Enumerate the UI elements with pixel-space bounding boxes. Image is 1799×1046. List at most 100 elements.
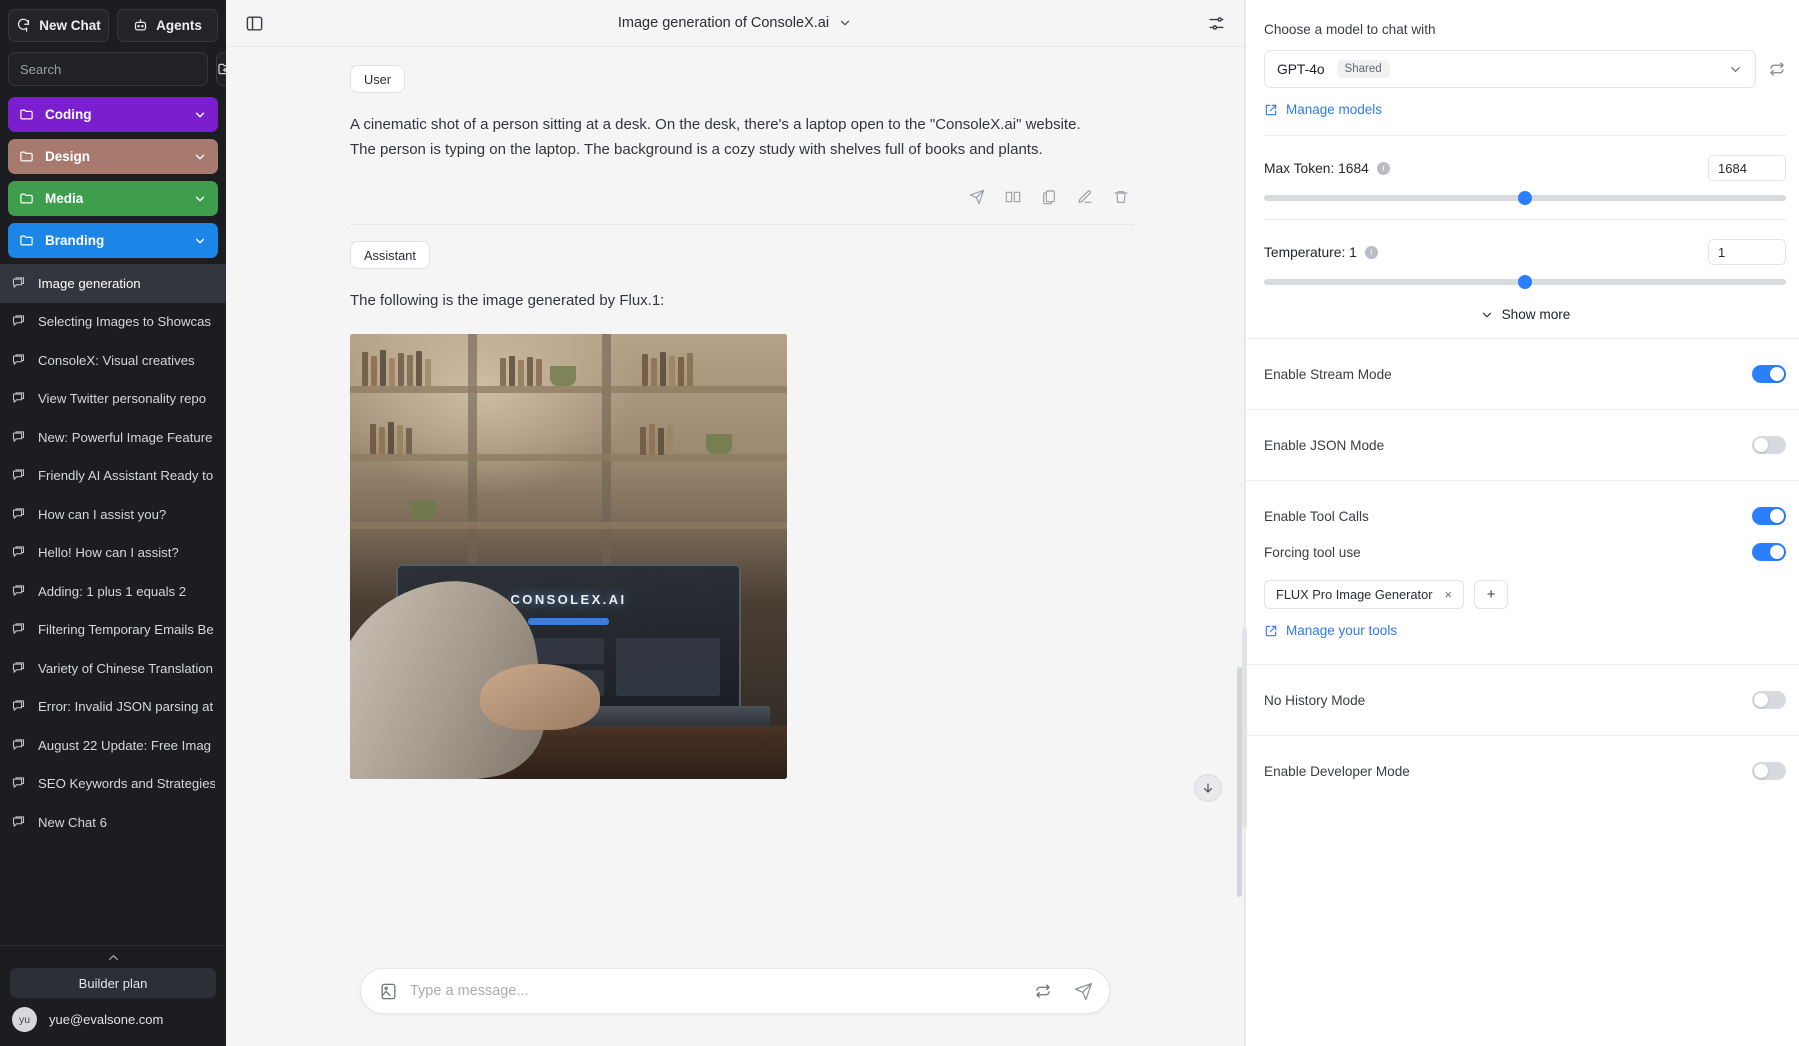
chat-list-item[interactable]: How can I assist you? [0, 495, 226, 534]
scroll-to-bottom-button[interactable] [1194, 774, 1222, 802]
chevron-down-icon[interactable] [193, 192, 207, 206]
tool-calls-toggle[interactable] [1752, 507, 1786, 525]
chat-list-item-label: Hello! How can I assist? [38, 545, 179, 561]
chevron-up-icon [108, 954, 118, 960]
sidebar-folder-design[interactable]: Design [8, 139, 218, 174]
chat-list-item[interactable]: August 22 Update: Free Imag [0, 726, 226, 765]
max-token-slider[interactable] [1264, 191, 1786, 205]
message-user: User A cinematic shot of a person sittin… [226, 47, 1244, 225]
manage-tools-link[interactable]: Manage your tools [1264, 623, 1786, 638]
model-select[interactable]: GPT-4o Shared [1264, 50, 1756, 88]
message-composer [360, 968, 1110, 1014]
role-badge-user[interactable]: User [350, 65, 406, 93]
assistant-message-text: The following is the image generated by … [350, 292, 665, 309]
collapse-list-button[interactable] [0, 946, 226, 968]
tool-chip-flux[interactable]: FLUX Pro Image Generator × [1264, 580, 1465, 609]
chevron-down-icon[interactable] [193, 108, 207, 122]
regenerate-icon[interactable] [1034, 982, 1052, 1000]
attach-image-icon[interactable] [379, 982, 398, 1001]
folder-list: Coding Design Media Branding [0, 86, 226, 258]
user-account-row[interactable]: yu yue@evalsone.com [0, 1007, 226, 1046]
chat-list-item-label: Filtering Temporary Emails Be [38, 622, 214, 638]
search-input[interactable] [8, 52, 208, 86]
builder-plan-button[interactable]: Builder plan [10, 968, 216, 998]
send-message-icon[interactable] [1074, 982, 1093, 1001]
chat-list-item[interactable]: Friendly AI Assistant Ready to [0, 457, 226, 496]
sidebar: New Chat Agents Search Coding Design Med… [0, 0, 234, 1046]
chat-bubble-icon [11, 314, 26, 329]
forcing-tool-use-toggle[interactable] [1752, 543, 1786, 561]
chat-list-item-label: Error: Invalid JSON parsing at [38, 699, 214, 715]
chat-list-item[interactable]: Filtering Temporary Emails Be [0, 611, 226, 650]
avatar: yu [12, 1007, 37, 1032]
remove-tool-icon[interactable]: × [1444, 587, 1452, 602]
chat-list-item[interactable]: View Twitter personality repo [0, 380, 226, 419]
manage-models-link[interactable]: Manage models [1264, 102, 1786, 117]
json-mode-toggle[interactable] [1752, 436, 1786, 454]
developer-mode-toggle[interactable] [1752, 762, 1786, 780]
chat-list-item[interactable]: SEO Keywords and Strategies [0, 765, 226, 804]
shelf [350, 385, 787, 393]
chat-list-item[interactable]: Selecting Images to Showcas [0, 303, 226, 342]
stream-mode-toggle[interactable] [1752, 365, 1786, 383]
chat-settings-button[interactable] [1202, 9, 1230, 37]
chat-list-item-label: Friendly AI Assistant Ready to [38, 468, 214, 484]
edit-icon[interactable] [1072, 184, 1098, 210]
info-icon[interactable]: i [1364, 245, 1378, 259]
temperature-slider[interactable] [1264, 275, 1786, 289]
generated-image[interactable]: CONSOLEX.AI [350, 333, 787, 779]
no-history-toggle[interactable] [1752, 691, 1786, 709]
screen-accent-bar [527, 617, 610, 625]
chevron-down-icon [1728, 62, 1743, 77]
agents-button[interactable]: Agents [117, 9, 218, 42]
folder-label: Branding [45, 233, 105, 248]
sidebar-folder-coding[interactable]: Coding [8, 97, 218, 132]
split-view-icon[interactable] [1000, 184, 1026, 210]
folder-label: Coding [45, 107, 92, 122]
chat-list-item[interactable]: Variety of Chinese Translation [0, 649, 226, 688]
shelf-post [602, 333, 611, 565]
chat-bubble-icon [11, 661, 26, 676]
chat-list-item[interactable]: Image generation [0, 264, 226, 303]
add-tool-button[interactable]: + [1474, 580, 1509, 609]
books [642, 351, 693, 386]
settings-scrollbar[interactable] [1242, 628, 1247, 828]
temperature-input[interactable] [1708, 239, 1786, 265]
chat-list-item[interactable]: Hello! How can I assist? [0, 534, 226, 573]
show-more-button[interactable]: Show more [1264, 307, 1786, 322]
chevron-down-icon[interactable] [193, 150, 207, 164]
chat-list-item[interactable]: New: Powerful Image Feature [0, 418, 226, 457]
chat-history-list: Image generation Selecting Images to Show… [0, 264, 226, 945]
slider-knob[interactable] [1518, 191, 1532, 205]
chevron-down-icon[interactable] [193, 234, 207, 248]
new-chat-button[interactable]: New Chat [8, 9, 109, 42]
chevron-down-icon[interactable] [838, 16, 852, 30]
chat-list-item-label: New Chat 6 [38, 814, 107, 830]
chat-bubble-icon [11, 430, 26, 445]
role-badge-assistant[interactable]: Assistant [350, 241, 430, 269]
delete-icon[interactable] [1108, 184, 1134, 210]
toggle-sidebar-button[interactable] [240, 9, 268, 37]
refresh-models-icon[interactable] [1768, 60, 1786, 78]
chevron-down-icon [1480, 308, 1494, 322]
tool-calls-section: Enable Tool Calls Forcing tool use FLUX … [1246, 480, 1799, 664]
info-icon[interactable]: i [1376, 161, 1390, 175]
chat-list-item-label: SEO Keywords and Strategies [38, 776, 215, 792]
chat-list-item[interactable]: ConsoleX: Visual creatives [0, 341, 226, 380]
sidebar-folder-branding[interactable]: Branding [8, 223, 218, 258]
slider-knob[interactable] [1518, 275, 1532, 289]
send-icon[interactable] [964, 184, 990, 210]
chat-list-item[interactable]: New Chat 6 [0, 803, 226, 842]
message-input[interactable] [410, 983, 1022, 999]
copy-icon[interactable] [1036, 184, 1062, 210]
agents-icon [133, 18, 148, 33]
developer-mode-section: Enable Developer Mode [1246, 735, 1799, 806]
max-token-input[interactable] [1708, 155, 1786, 181]
chat-list-item[interactable]: Adding: 1 plus 1 equals 2 [0, 572, 226, 611]
chat-bubble-icon [11, 545, 26, 560]
folder-label: Design [45, 149, 91, 164]
chat-list-item-label: View Twitter personality repo [38, 391, 207, 407]
sidebar-folder-media[interactable]: Media [8, 181, 218, 216]
chat-list-item[interactable]: Error: Invalid JSON parsing at [0, 688, 226, 727]
sidebar-top-actions: New Chat Agents [0, 0, 226, 42]
